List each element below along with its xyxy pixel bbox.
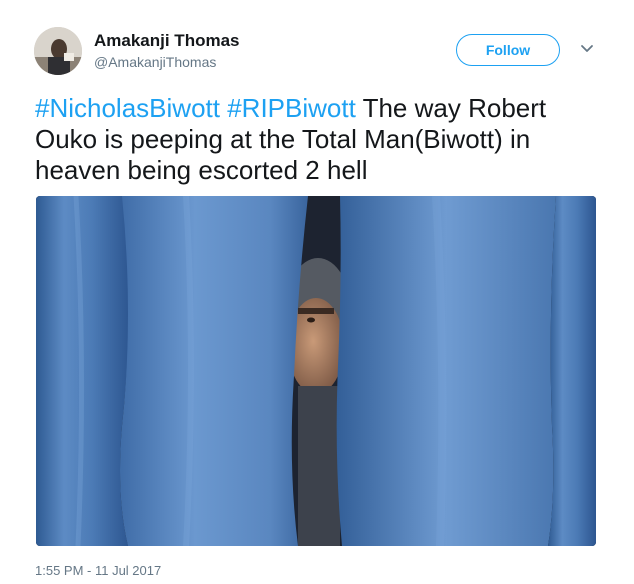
- follow-button[interactable]: Follow: [456, 34, 560, 66]
- tweet-text: #NicholasBiwott #RIPBiwott The way Rober…: [35, 93, 615, 186]
- curtain-photo-image: [36, 196, 596, 546]
- avatar[interactable]: [34, 27, 82, 75]
- chevron-down-icon[interactable]: [580, 44, 594, 54]
- avatar-photo: [34, 27, 82, 75]
- hashtag-link[interactable]: #RIPBiwott: [227, 93, 356, 123]
- hashtag-link[interactable]: #NicholasBiwott: [35, 93, 220, 123]
- tweet-timestamp[interactable]: 1:55 PM - 11 Jul 2017: [35, 563, 161, 578]
- tweet-photo[interactable]: [36, 196, 596, 546]
- author-handle[interactable]: @AmakanjiThomas: [94, 54, 216, 70]
- author-name[interactable]: Amakanji Thomas: [94, 31, 240, 51]
